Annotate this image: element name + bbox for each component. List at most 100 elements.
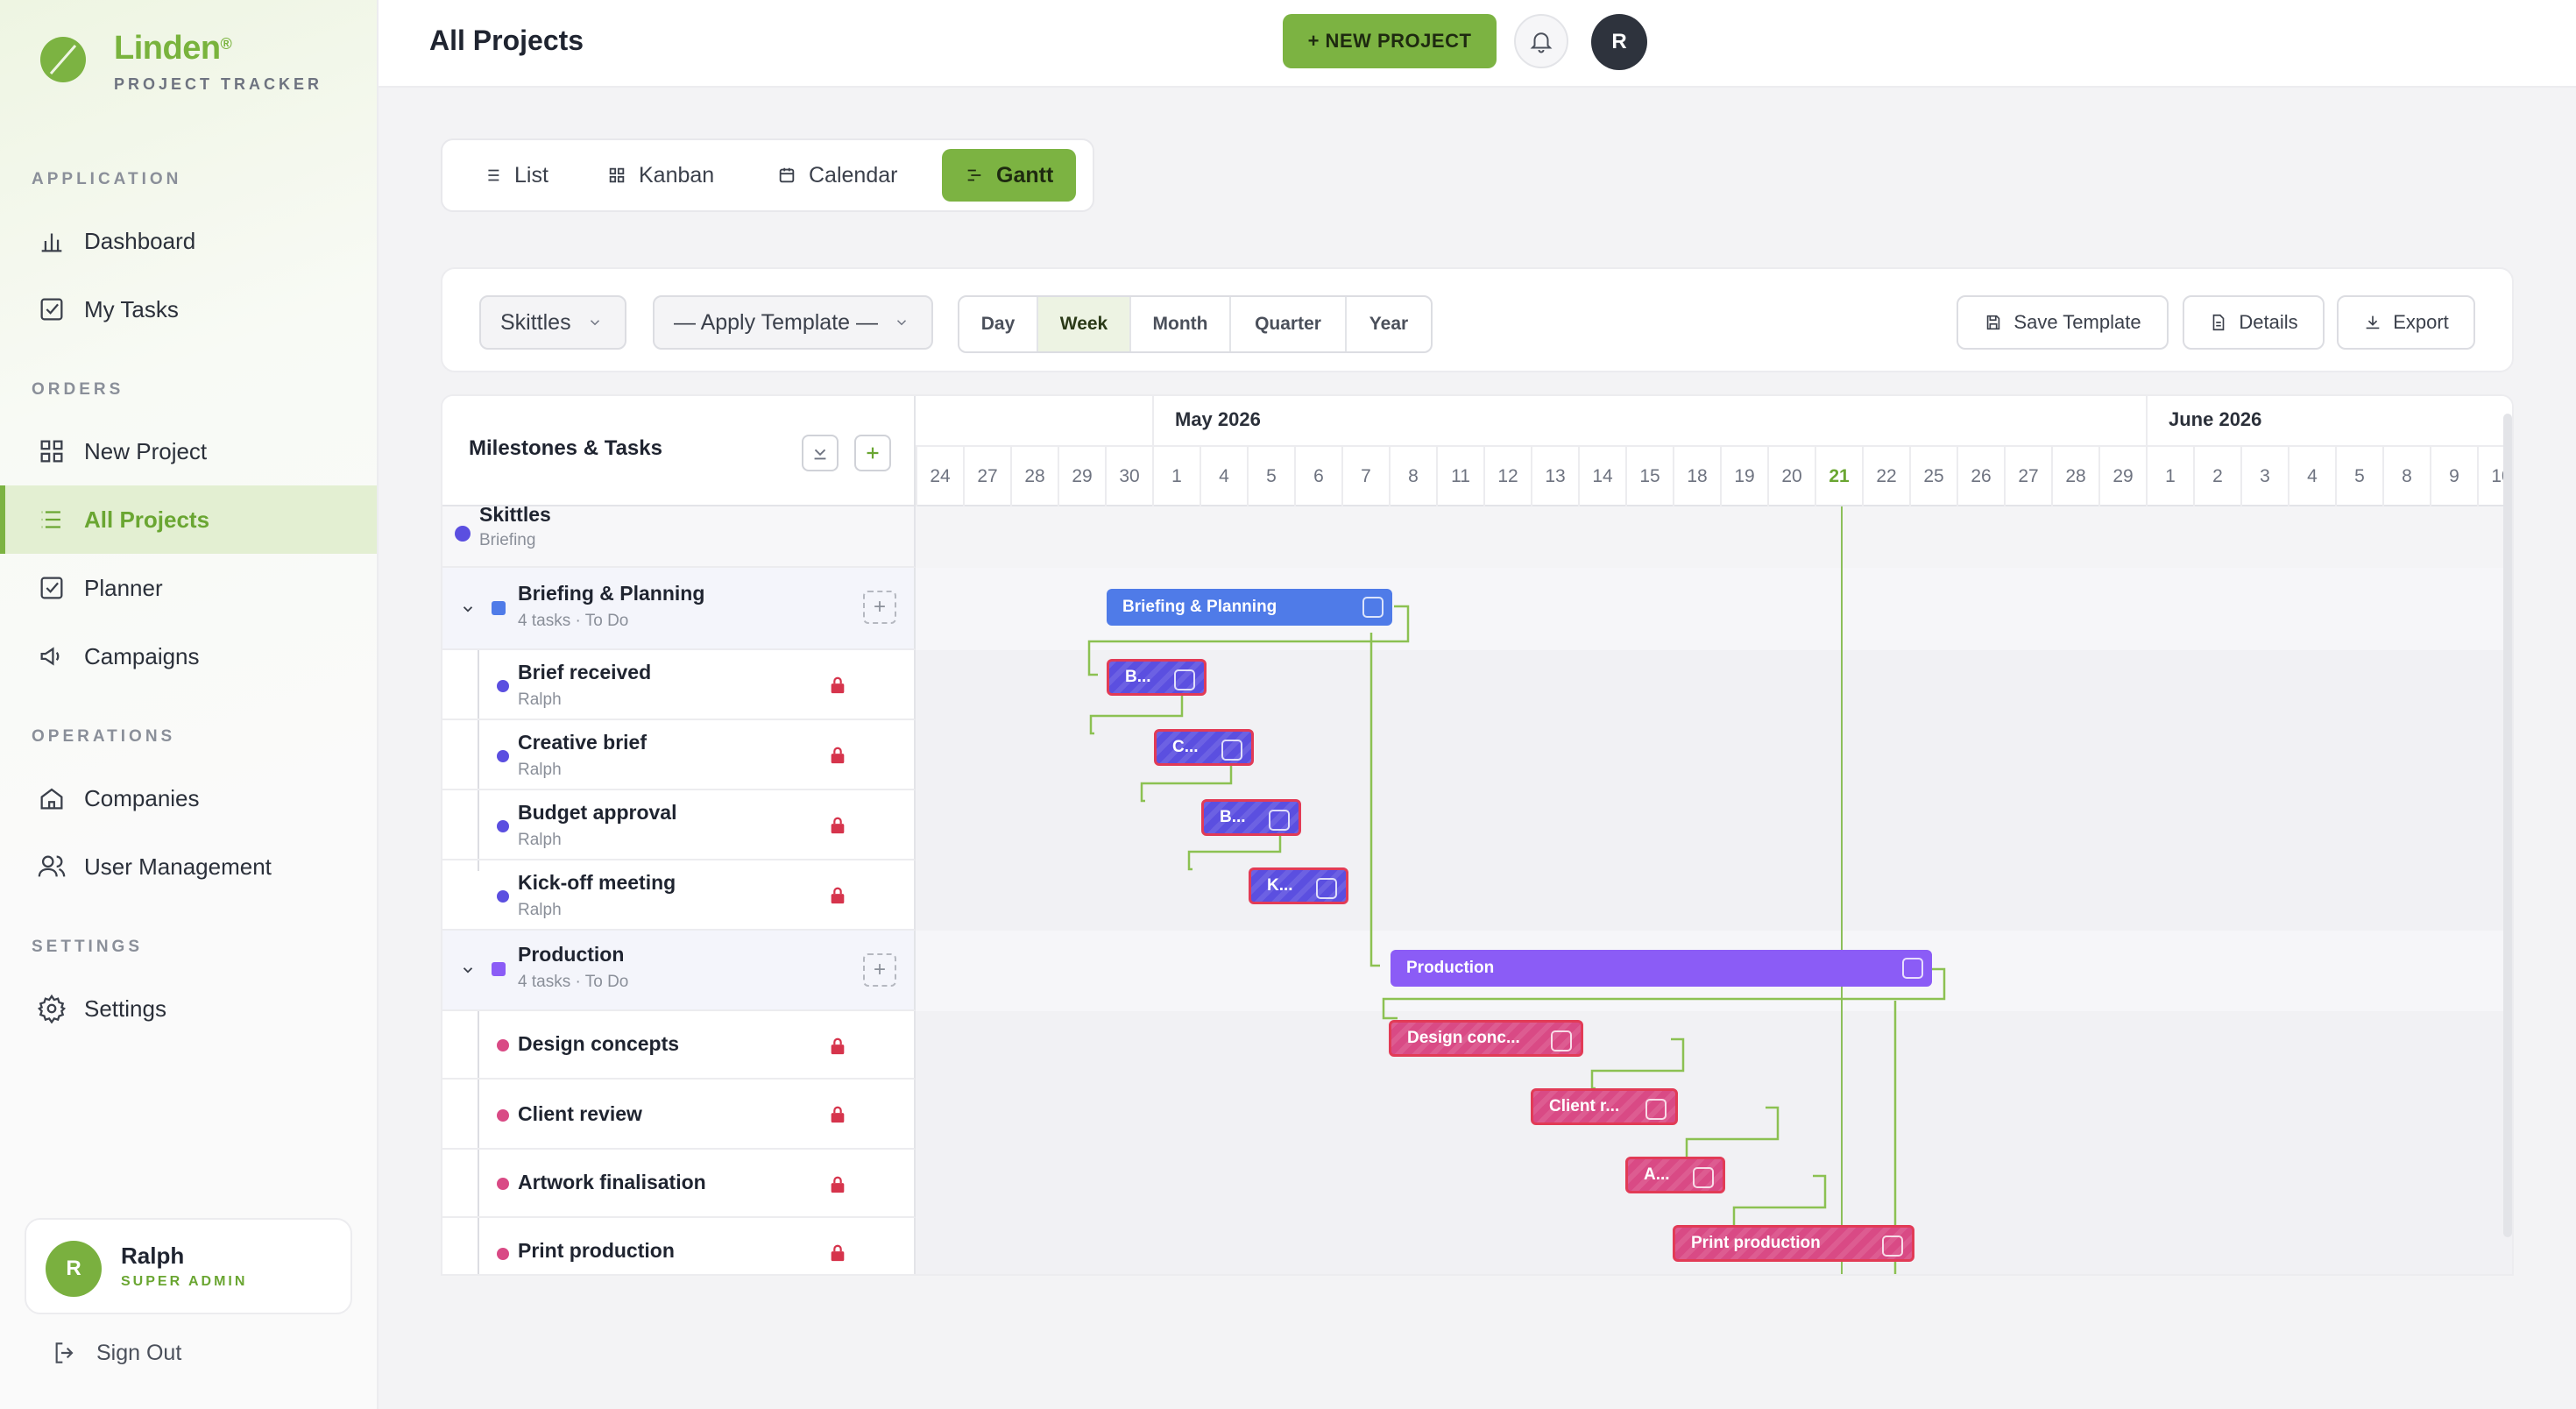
scale-week[interactable]: Week bbox=[1038, 297, 1131, 351]
top-bar: All Projects + NEW PROJECT R bbox=[379, 0, 2576, 88]
task-dot bbox=[497, 1178, 509, 1190]
task-name: Budget approval bbox=[518, 801, 677, 824]
task-bar[interactable]: Design conc... bbox=[1389, 1020, 1583, 1057]
sign-out-button[interactable]: Sign Out bbox=[51, 1339, 181, 1367]
link-icon[interactable] bbox=[1882, 1236, 1903, 1257]
bar-label: Client r... bbox=[1549, 1097, 1620, 1115]
notifications-button[interactable] bbox=[1514, 14, 1568, 68]
task-row[interactable]: Kick-off meeting Ralph bbox=[442, 860, 916, 931]
sidebar-item-label: All Projects bbox=[84, 506, 210, 533]
brand-name: Linden® bbox=[114, 30, 232, 67]
tab-list[interactable]: List bbox=[460, 149, 571, 202]
project-select-value: Skittles bbox=[500, 309, 571, 335]
scale-year[interactable]: Year bbox=[1347, 297, 1431, 351]
plus-icon: + bbox=[873, 958, 886, 981]
user-card[interactable]: R Ralph SUPER ADMIN bbox=[25, 1218, 352, 1314]
details-button[interactable]: Details bbox=[2183, 295, 2325, 350]
task-row[interactable]: Creative brief Ralph bbox=[442, 720, 916, 790]
milestone-row[interactable]: Production 4 tasks · To Do + bbox=[442, 931, 916, 1011]
chevron-down-icon[interactable] bbox=[460, 601, 476, 617]
page-title: All Projects bbox=[429, 25, 584, 56]
task-row[interactable]: Design concepts bbox=[442, 1011, 916, 1080]
tab-gantt[interactable]: Gantt bbox=[942, 149, 1077, 202]
link-icon[interactable] bbox=[1902, 958, 1923, 979]
details-label: Details bbox=[2239, 311, 2298, 333]
task-bar[interactable]: K... bbox=[1249, 867, 1348, 904]
sidebar-item-my-tasks[interactable]: My Tasks bbox=[0, 275, 377, 343]
sidebar-item-new-project[interactable]: New Project bbox=[0, 417, 377, 485]
link-icon[interactable] bbox=[1174, 669, 1195, 690]
sidebar-item-dashboard[interactable]: Dashboard bbox=[0, 207, 377, 275]
lock-icon bbox=[831, 1244, 845, 1262]
sidebar-item-label: Campaigns bbox=[84, 642, 200, 669]
bar-label: A... bbox=[1644, 1165, 1670, 1184]
scale-month[interactable]: Month bbox=[1131, 297, 1231, 351]
link-icon[interactable] bbox=[1645, 1099, 1667, 1120]
task-bar[interactable]: Client r... bbox=[1531, 1088, 1678, 1125]
calendar-icon bbox=[779, 167, 795, 183]
add-task-button[interactable]: + bbox=[863, 953, 896, 987]
milestone-meta: 4 tasks · To Do bbox=[518, 612, 629, 630]
template-select[interactable]: — Apply Template — bbox=[653, 295, 933, 350]
link-icon[interactable] bbox=[1693, 1167, 1714, 1188]
leaf-logo-icon bbox=[40, 37, 86, 82]
bar-label: B... bbox=[1220, 808, 1246, 826]
list-icon bbox=[37, 505, 67, 535]
task-bar[interactable]: B... bbox=[1107, 659, 1207, 696]
milestone-color-square bbox=[492, 962, 506, 976]
chevron-down-icon bbox=[896, 320, 907, 326]
milestone-color-square bbox=[492, 601, 506, 615]
user-avatar-button[interactable]: R bbox=[1591, 14, 1647, 70]
tab-calendar[interactable]: Calendar bbox=[754, 149, 920, 202]
add-task-button[interactable]: + bbox=[863, 591, 896, 624]
link-icon[interactable] bbox=[1362, 597, 1384, 618]
milestone-bar[interactable]: Production bbox=[1391, 950, 1932, 987]
checkbox-icon bbox=[37, 573, 67, 603]
plus-icon: + bbox=[873, 595, 886, 619]
link-icon[interactable] bbox=[1551, 1030, 1572, 1051]
avatar: R bbox=[46, 1241, 102, 1297]
task-owner: Ralph bbox=[518, 831, 562, 849]
milestone-row[interactable]: Briefing & Planning 4 tasks · To Do + bbox=[442, 568, 916, 650]
link-icon[interactable] bbox=[1316, 878, 1337, 899]
export-button[interactable]: Export bbox=[2337, 295, 2475, 350]
lock-icon bbox=[831, 676, 845, 694]
save-icon bbox=[1987, 315, 2000, 330]
bar-chart-icon bbox=[37, 226, 67, 256]
collapse-all-button[interactable] bbox=[802, 435, 839, 471]
sidebar-item-user-management[interactable]: User Management bbox=[0, 832, 377, 901]
sidebar-item-planner[interactable]: Planner bbox=[0, 554, 377, 622]
sidebar-item-settings[interactable]: Settings bbox=[0, 974, 377, 1043]
sidebar-item-campaigns[interactable]: Campaigns bbox=[0, 622, 377, 690]
task-row[interactable]: Artwork finalisation bbox=[442, 1150, 916, 1218]
task-bar[interactable]: C... bbox=[1154, 729, 1254, 766]
save-template-button[interactable]: Save Template bbox=[1957, 295, 2169, 350]
task-bar[interactable]: A... bbox=[1625, 1157, 1725, 1193]
project-row[interactable]: Skittles Briefing bbox=[442, 503, 916, 568]
task-bar[interactable]: Print production bbox=[1673, 1225, 1914, 1262]
task-name: Design concepts bbox=[518, 1032, 680, 1055]
new-project-button[interactable]: + NEW PROJECT bbox=[1283, 14, 1497, 68]
milestone-bar[interactable]: Briefing & Planning bbox=[1107, 589, 1392, 626]
task-dot bbox=[497, 1248, 509, 1260]
scale-day[interactable]: Day bbox=[959, 297, 1038, 351]
task-row[interactable]: Client review bbox=[442, 1080, 916, 1150]
chevron-down-icon[interactable] bbox=[460, 962, 476, 978]
sidebar-item-label: My Tasks bbox=[84, 295, 179, 322]
task-row[interactable]: Budget approval Ralph bbox=[442, 790, 916, 860]
add-milestone-button[interactable] bbox=[854, 435, 891, 471]
bar-label: B... bbox=[1125, 668, 1151, 686]
link-icon[interactable] bbox=[1221, 740, 1242, 761]
logout-icon bbox=[55, 1342, 74, 1363]
user-name: Ralph bbox=[121, 1243, 185, 1269]
sidebar-item-companies[interactable]: Companies bbox=[0, 764, 377, 832]
project-select[interactable]: Skittles bbox=[479, 295, 626, 350]
task-row[interactable]: Print production bbox=[442, 1218, 916, 1274]
task-bar[interactable]: B... bbox=[1201, 799, 1301, 836]
tab-kanban[interactable]: Kanban bbox=[584, 149, 737, 202]
scale-quarter[interactable]: Quarter bbox=[1231, 297, 1347, 351]
sidebar-item-all-projects[interactable]: All Projects bbox=[0, 485, 377, 554]
vertical-scrollbar[interactable] bbox=[2503, 414, 2512, 1237]
task-row[interactable]: Brief received Ralph bbox=[442, 650, 916, 720]
link-icon[interactable] bbox=[1269, 810, 1290, 831]
